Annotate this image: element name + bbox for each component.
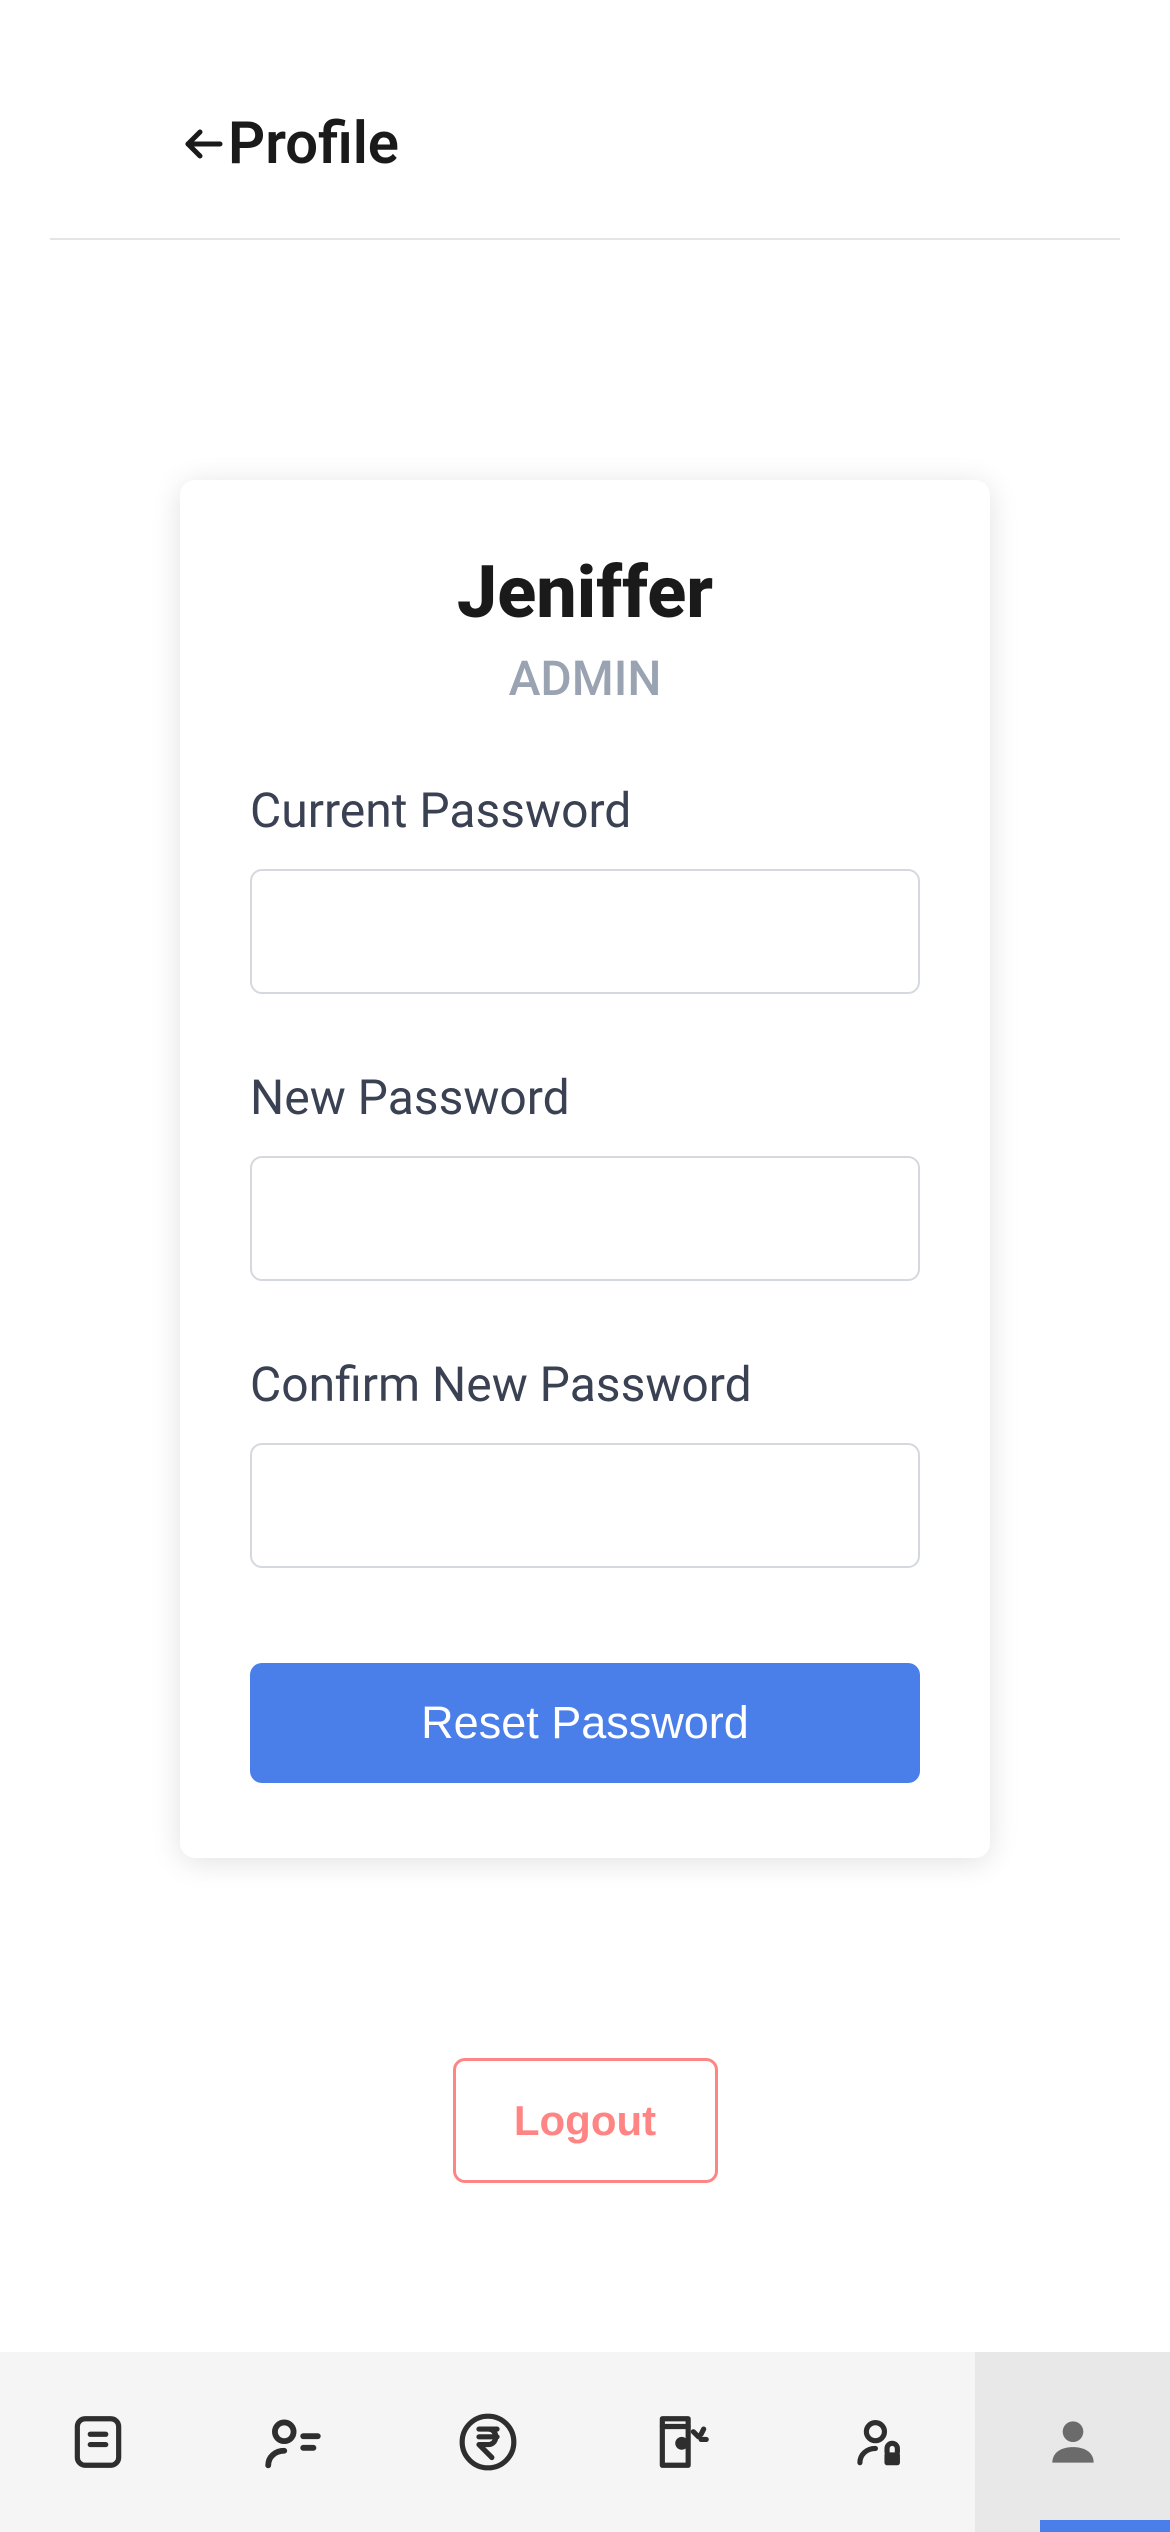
profile-card: Jeniffer ADMIN Current Password New Pass… <box>180 480 990 1858</box>
user-name: Jeniffer <box>250 550 920 635</box>
user-lock-icon <box>847 2411 909 2473</box>
person-icon <box>1042 2411 1104 2473</box>
current-password-label: Current Password <box>250 782 920 839</box>
nav-item-exit[interactable] <box>585 2352 780 2532</box>
user-list-icon <box>258 2407 328 2477</box>
user-role: ADMIN <box>250 650 920 707</box>
nav-active-indicator <box>1040 2520 1170 2532</box>
door-exit-icon <box>652 2411 714 2473</box>
nav-item-profile[interactable] <box>975 2352 1170 2532</box>
nav-item-notes[interactable] <box>0 2352 195 2532</box>
nav-item-contacts[interactable] <box>195 2352 390 2532</box>
reset-password-button[interactable]: Reset Password <box>250 1663 920 1783</box>
back-icon[interactable] <box>180 120 228 168</box>
confirm-password-input[interactable] <box>250 1443 920 1568</box>
nav-item-security[interactable] <box>780 2352 975 2532</box>
current-password-input[interactable] <box>250 869 920 994</box>
bottom-nav <box>0 2352 1170 2532</box>
note-icon <box>67 2411 129 2473</box>
new-password-input[interactable] <box>250 1156 920 1281</box>
logout-button[interactable]: Logout <box>453 2058 718 2183</box>
rupee-icon <box>457 2411 519 2473</box>
new-password-group: New Password <box>250 1069 920 1281</box>
current-password-group: Current Password <box>250 782 920 994</box>
confirm-password-group: Confirm New Password <box>250 1356 920 1568</box>
nav-item-payments[interactable] <box>390 2352 585 2532</box>
confirm-password-label: Confirm New Password <box>250 1356 920 1413</box>
page-title: Profile <box>228 110 399 178</box>
header: Profile <box>50 0 1120 240</box>
new-password-label: New Password <box>250 1069 920 1126</box>
